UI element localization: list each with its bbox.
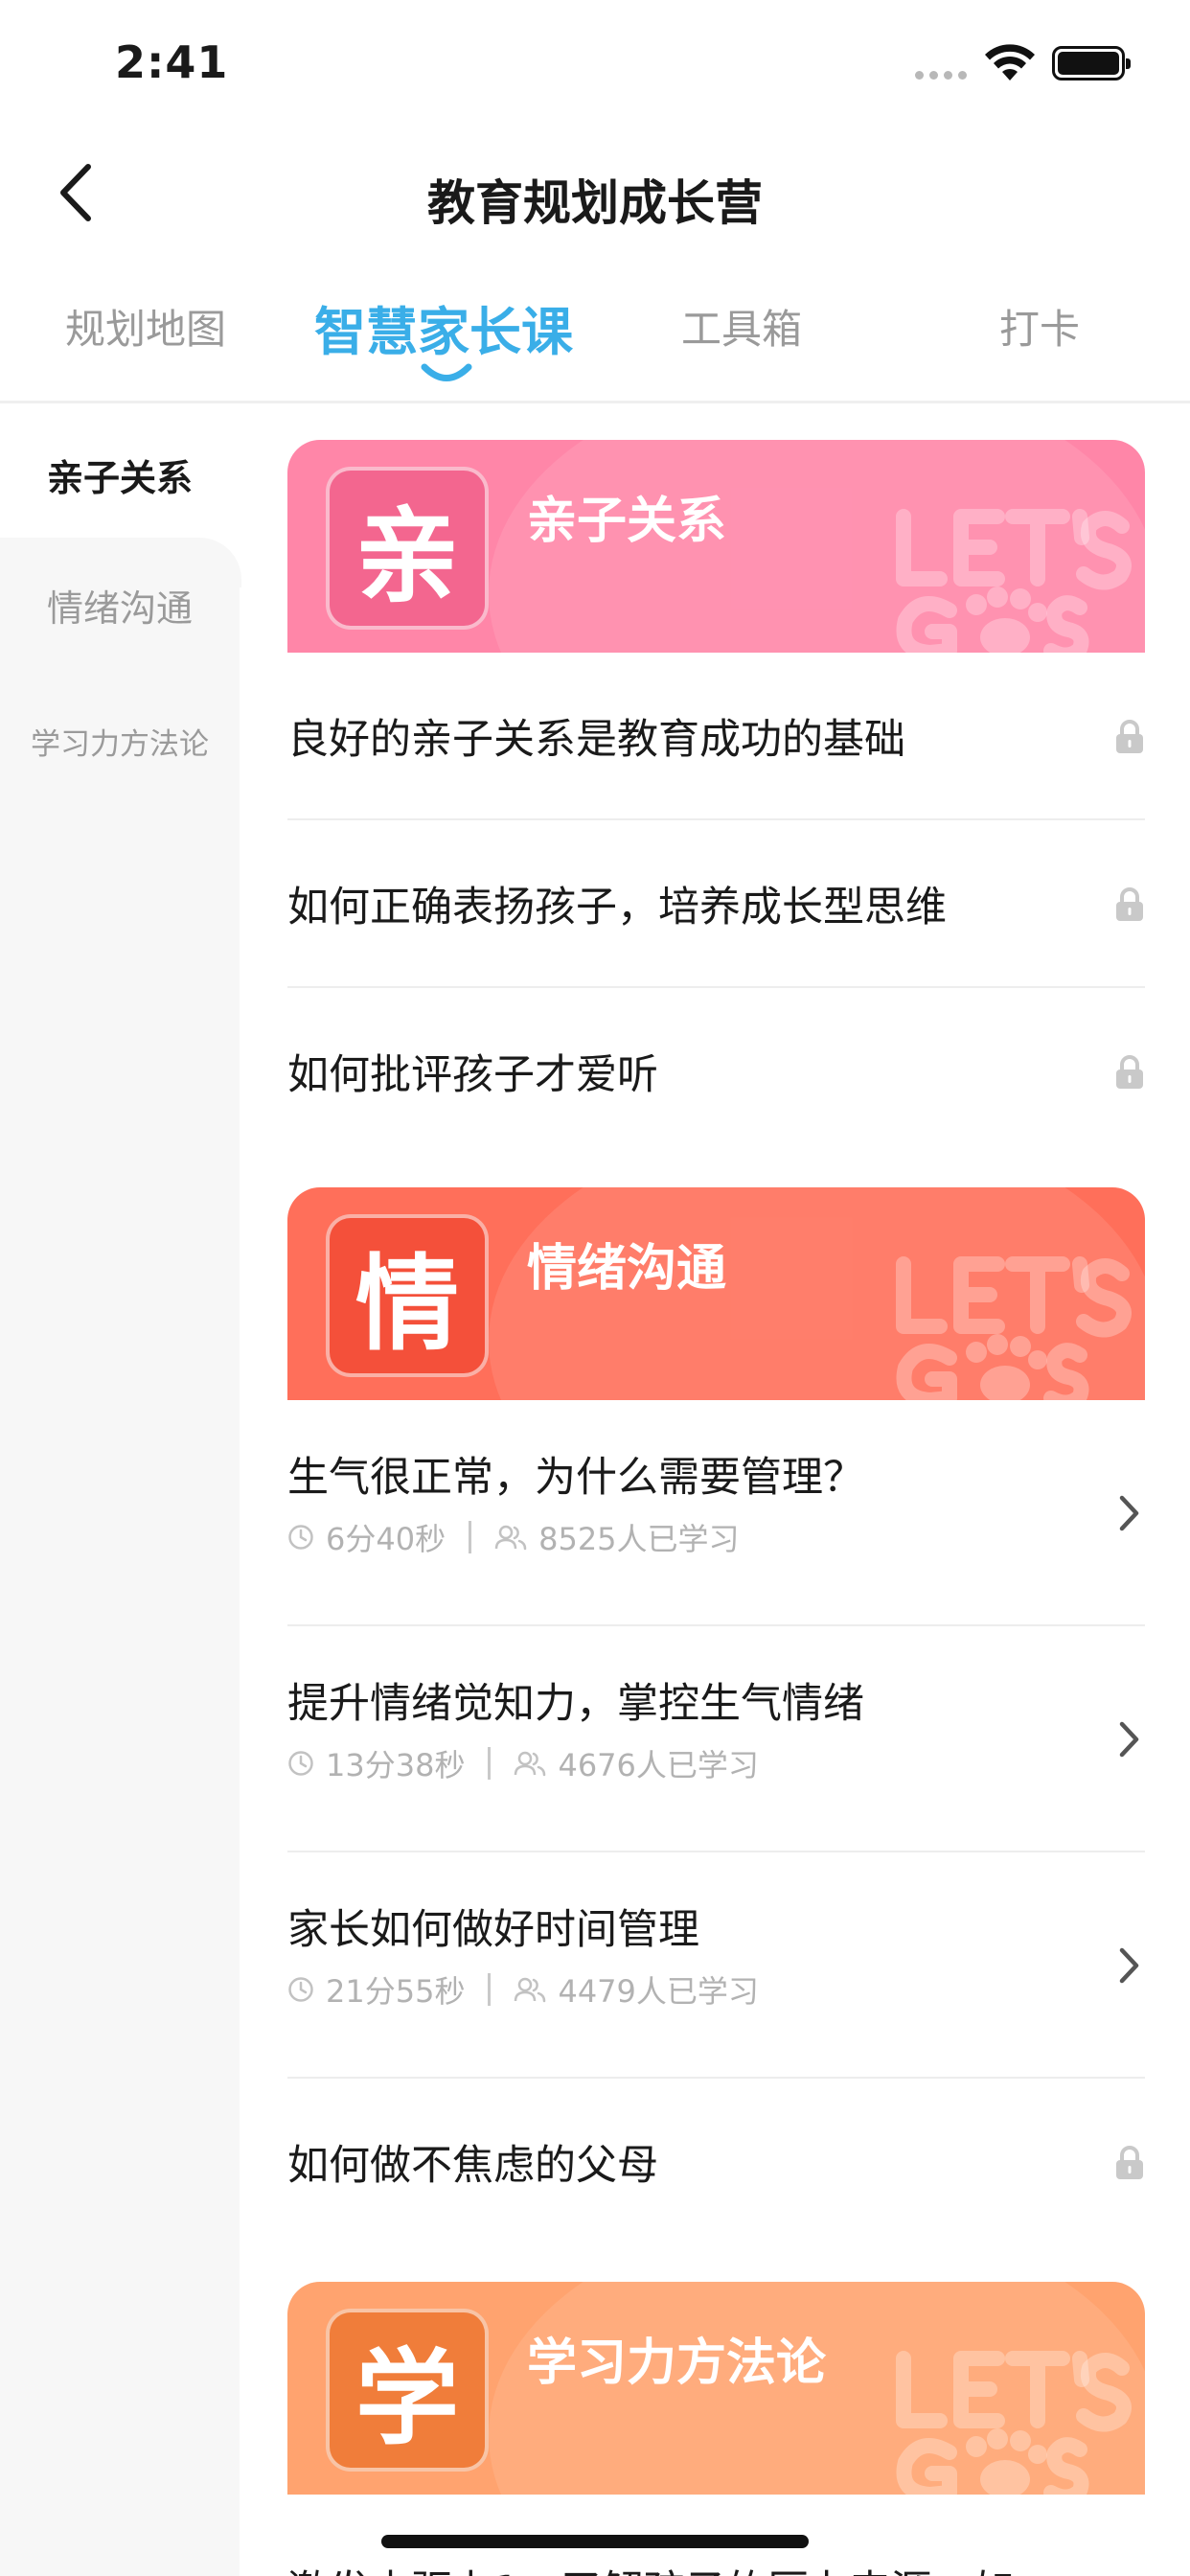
lesson-learners: 4676人已学习 bbox=[558, 1747, 759, 1783]
lesson-row[interactable]: 家长如何做好时间管理 21分55秒 4479人已学习 bbox=[287, 1852, 1145, 2079]
tab-active-indicator bbox=[421, 363, 472, 381]
status-time: 2:41 bbox=[115, 36, 229, 88]
lesson-learners: 4479人已学习 bbox=[558, 1973, 759, 2010]
lets-go-watermark bbox=[896, 1256, 1132, 1400]
nav-bar: 教育规划成长营 bbox=[0, 125, 1190, 259]
lesson-learners: 8525人已学习 bbox=[538, 1521, 740, 1557]
section-badge: 亲 bbox=[326, 467, 489, 630]
lesson-meta: 13分38秒 4676人已学习 bbox=[287, 1741, 759, 1785]
lesson-row[interactable]: 如何做不焦虑的父母 bbox=[287, 2079, 1145, 2246]
clock-icon bbox=[288, 1751, 313, 1776]
tab-bar: 规划地图 智慧家长课 工具箱 打卡 bbox=[0, 268, 1190, 402]
page-title: 教育规划成长营 bbox=[427, 175, 763, 231]
chevron-right-icon bbox=[1119, 1495, 1139, 1531]
lesson-row[interactable]: 生气很正常，为什么需要管理？ 6分40秒 8525人已学习 bbox=[287, 1400, 1145, 1626]
lesson-title: 生气很正常，为什么需要管理？ bbox=[287, 1454, 864, 1502]
lesson-duration: 13分38秒 bbox=[326, 1747, 466, 1783]
lesson-title: 激发内驱力1：了解孩子的压力来源，如 bbox=[287, 2558, 1014, 2576]
lock-icon bbox=[1116, 720, 1143, 753]
course-list: 亲 亲子关系 良好的亲子关系是教育成功的基础 如何正确表扬孩子，培养成长型思维 … bbox=[287, 403, 1145, 2576]
users-icon bbox=[494, 1525, 527, 1551]
section-badge: 情 bbox=[326, 1214, 489, 1377]
lesson-title: 提升情绪觉知力，掌控生气情绪 bbox=[287, 1680, 864, 1728]
tab-planning-map[interactable]: 规划地图 bbox=[65, 297, 226, 356]
tab-toolbox[interactable]: 工具箱 bbox=[681, 297, 802, 356]
wifi-icon bbox=[985, 44, 1035, 80]
chevron-right-icon bbox=[1119, 1721, 1139, 1758]
sidebar-item-parent-child[interactable]: 亲子关系 bbox=[0, 448, 240, 501]
lesson-row[interactable]: 如何正确表扬孩子，培养成长型思维 bbox=[287, 820, 1145, 988]
battery-icon bbox=[1052, 46, 1131, 80]
lock-icon bbox=[1116, 887, 1143, 921]
lesson-title: 家长如何做好时间管理 bbox=[287, 1906, 699, 1954]
section-banner-emotion: 情 情绪沟通 bbox=[287, 1187, 1145, 1400]
lesson-meta: 6分40秒 8525人已学习 bbox=[287, 1515, 740, 1559]
sidebar-item-learning[interactable]: 学习力方法论 bbox=[0, 720, 240, 763]
lesson-meta: 21分55秒 4479人已学习 bbox=[287, 1967, 759, 2012]
lesson-title: 如何批评孩子才爱听 bbox=[287, 1051, 658, 1099]
tab-parent-course[interactable]: 智慧家长课 bbox=[314, 289, 573, 365]
lesson-row[interactable]: 良好的亲子关系是教育成功的基础 bbox=[287, 653, 1145, 820]
clock-icon bbox=[288, 1525, 313, 1550]
lock-icon bbox=[1116, 1055, 1143, 1089]
home-indicator[interactable] bbox=[381, 2535, 809, 2548]
lets-go-watermark bbox=[896, 2351, 1132, 2495]
clock-icon bbox=[288, 1977, 313, 2002]
lesson-title: 良好的亲子关系是教育成功的基础 bbox=[287, 716, 905, 764]
section-title: 亲子关系 bbox=[527, 493, 727, 550]
status-bar: 2:41 bbox=[0, 0, 1190, 125]
section-title: 学习力方法论 bbox=[527, 2334, 827, 2392]
sidebar-item-emotion[interactable]: 情绪沟通 bbox=[0, 579, 240, 632]
lock-icon bbox=[1116, 2146, 1143, 2179]
users-icon bbox=[515, 1751, 546, 1777]
lesson-row[interactable]: 提升情绪觉知力，掌控生气情绪 13分38秒 4676人已学习 bbox=[287, 1626, 1145, 1852]
signal-icon bbox=[915, 71, 967, 80]
lesson-title: 如何做不焦虑的父母 bbox=[287, 2142, 658, 2190]
chevron-right-icon bbox=[1119, 1947, 1139, 1984]
lets-go-watermark bbox=[896, 509, 1132, 653]
section-banner-learning: 学 学习力方法论 bbox=[287, 2282, 1145, 2495]
section-title: 情绪沟通 bbox=[527, 1240, 727, 1298]
tab-checkin[interactable]: 打卡 bbox=[999, 297, 1080, 356]
lesson-duration: 6分40秒 bbox=[326, 1521, 446, 1557]
lesson-duration: 21分55秒 bbox=[326, 1973, 466, 2010]
section-banner-parent-child: 亲 亲子关系 bbox=[287, 440, 1145, 653]
lesson-title: 如何正确表扬孩子，培养成长型思维 bbox=[287, 884, 947, 932]
users-icon bbox=[515, 1977, 546, 2003]
lesson-row[interactable]: 如何批评孩子才爱听 bbox=[287, 988, 1145, 1156]
section-badge: 学 bbox=[326, 2309, 489, 2472]
